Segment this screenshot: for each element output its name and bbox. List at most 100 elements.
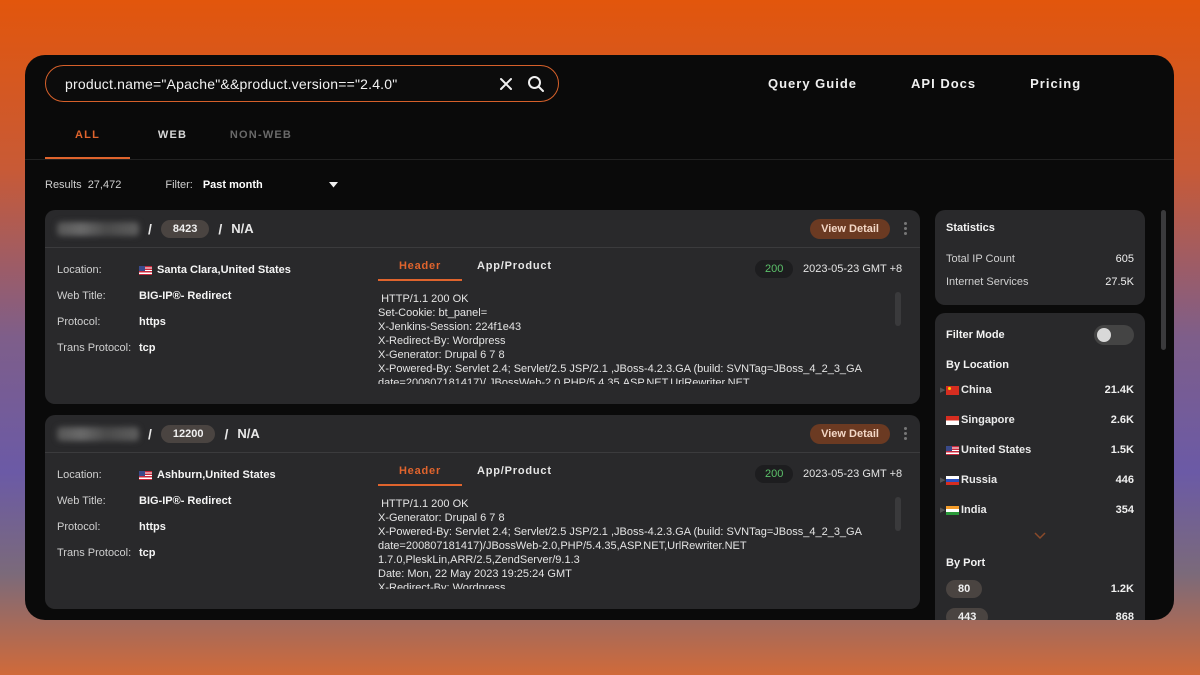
by-location-title: By Location xyxy=(946,359,1009,371)
caret-right-icon: ▶ xyxy=(940,507,946,514)
service-name: N/A xyxy=(237,426,260,441)
clear-icon[interactable] xyxy=(496,74,516,94)
web-title-label: Web Title: xyxy=(57,290,106,302)
ip-address-redacted[interactable] xyxy=(57,221,139,236)
app-window: product.name="Apache"&&product.version==… xyxy=(25,55,1174,620)
timestamp: 2023-05-23 GMT +8 xyxy=(803,263,903,275)
trans-protocol-value[interactable]: tcp xyxy=(139,342,156,354)
protocol-label: Protocol: xyxy=(57,521,101,533)
card-header: / 12200 / N/A View Detail xyxy=(45,415,920,453)
web-title-value[interactable]: BIG-IP®- Redirect xyxy=(139,290,231,302)
singapore-flag-icon xyxy=(946,415,959,425)
web-title-label: Web Title: xyxy=(57,495,106,507)
response-header-text: HTTP/1.1 200 OK X-Generator: Drupal 6 7 … xyxy=(378,498,862,589)
port-count: 1.2K xyxy=(1110,583,1134,595)
separator: / xyxy=(148,425,152,442)
port-chip: 443 xyxy=(946,608,989,620)
separator: / xyxy=(148,220,152,237)
protocol-value[interactable]: https xyxy=(139,316,166,328)
more-options-icon[interactable] xyxy=(904,222,908,235)
location-filter-item[interactable]: ▶ India 354 xyxy=(940,495,1134,525)
india-flag-icon xyxy=(946,505,959,515)
filter-mode-title: Filter Mode xyxy=(946,329,1005,341)
port-badge[interactable]: 12200 xyxy=(160,424,216,443)
expand-chevron-icon[interactable] xyxy=(946,531,1134,551)
card-body: Location: Ashburn,United States Web Titl… xyxy=(45,453,920,609)
location-count: 21.4K xyxy=(1104,384,1134,396)
view-detail-button[interactable]: View Detail xyxy=(810,423,890,444)
tab-header[interactable]: Header xyxy=(378,465,462,486)
caret-down-icon xyxy=(328,182,338,188)
us-flag-icon xyxy=(139,470,152,480)
card-header: / 8423 / N/A View Detail xyxy=(45,210,920,248)
location-name: Russia xyxy=(961,474,998,486)
response-header-text: HTTP/1.1 200 OK Set-Cookie: bt_panel= X-… xyxy=(378,293,862,384)
location-name: United States xyxy=(961,444,1032,456)
filter-value: Past month xyxy=(202,179,263,191)
tab-non-web[interactable]: NON-WEB xyxy=(215,117,307,159)
tab-app-product[interactable]: App/Product xyxy=(477,465,552,486)
caret-right-icon: ▶ xyxy=(940,387,946,394)
location-value[interactable]: Santa Clara,United States xyxy=(157,264,291,276)
tab-all[interactable]: ALL xyxy=(45,117,130,159)
location-label: Location: xyxy=(57,469,102,481)
response-tabs: Header App/Product xyxy=(378,260,552,281)
location-label: Location: xyxy=(57,264,102,276)
sidebar-scrollbar[interactable] xyxy=(1161,210,1166,350)
status-badge: 200 xyxy=(755,465,794,483)
china-flag-icon xyxy=(946,385,959,395)
us-flag-icon xyxy=(946,445,959,455)
tab-app-product[interactable]: App/Product xyxy=(477,260,552,281)
port-filter-item[interactable]: 80 1.2K xyxy=(946,575,1134,603)
response-scrollbar[interactable] xyxy=(895,292,901,326)
location-filter-item[interactable]: ▶ China 21.4K xyxy=(940,375,1134,405)
more-options-icon[interactable] xyxy=(904,427,908,440)
separator: / xyxy=(218,220,223,237)
result-card: / 8423 / N/A View Detail Location: Santa… xyxy=(45,210,920,404)
search-input[interactable]: product.name="Apache"&&product.version==… xyxy=(65,76,486,92)
location-name: China xyxy=(961,384,992,396)
us-flag-icon xyxy=(139,265,152,275)
location-name: Singapore xyxy=(961,414,1015,426)
trans-protocol-label: Trans Protocol: xyxy=(57,342,132,354)
results-bar: Results 27,472 Filter: Past month xyxy=(45,179,338,191)
top-nav: Query Guide API Docs Pricing xyxy=(768,76,1081,91)
russia-flag-icon xyxy=(946,475,959,485)
location-count: 354 xyxy=(1115,504,1134,516)
view-detail-button[interactable]: View Detail xyxy=(810,218,890,239)
search-bar[interactable]: product.name="Apache"&&product.version==… xyxy=(45,65,559,102)
location-filter-item[interactable]: ▶ Russia 446 xyxy=(940,465,1134,495)
location-count: 1.5K xyxy=(1110,444,1134,456)
protocol-label: Protocol: xyxy=(57,316,101,328)
nav-pricing[interactable]: Pricing xyxy=(1030,76,1081,91)
filter: Filter: Past month xyxy=(165,179,338,191)
filter-mode-toggle[interactable] xyxy=(1094,325,1134,345)
results-label: Results xyxy=(45,179,82,191)
port-badge[interactable]: 8423 xyxy=(160,219,210,238)
tab-divider xyxy=(25,159,1174,160)
ip-address-redacted[interactable] xyxy=(57,426,139,441)
search-icon[interactable] xyxy=(526,74,546,94)
total-ip-label: Total IP Count xyxy=(946,253,1015,265)
filter-label: Filter: xyxy=(165,179,193,191)
response-scrollbar[interactable] xyxy=(895,497,901,531)
nav-query-guide[interactable]: Query Guide xyxy=(768,76,857,91)
location-filter-item[interactable]: Singapore 2.6K xyxy=(946,405,1134,435)
port-chip: 80 xyxy=(946,580,983,598)
filter-mode-panel: Filter Mode By Location ▶ China 21.4K Sing… xyxy=(935,313,1145,620)
port-filter-item[interactable]: 443 868 xyxy=(946,603,1134,620)
location-filter-item[interactable]: United States 1.5K xyxy=(946,435,1134,465)
web-title-value[interactable]: BIG-IP®- Redirect xyxy=(139,495,231,507)
by-port-title: By Port xyxy=(946,557,986,569)
separator: / xyxy=(224,425,229,442)
protocol-value[interactable]: https xyxy=(139,521,166,533)
card-meta: Location: Santa Clara,United States Web … xyxy=(57,264,291,368)
location-name: India xyxy=(961,504,987,516)
location-value[interactable]: Ashburn,United States xyxy=(157,469,276,481)
trans-protocol-value[interactable]: tcp xyxy=(139,547,156,559)
card-meta: Location: Ashburn,United States Web Titl… xyxy=(57,469,276,573)
tab-web[interactable]: WEB xyxy=(130,117,215,159)
filter-select[interactable]: Past month xyxy=(203,179,338,191)
nav-api-docs[interactable]: API Docs xyxy=(911,76,976,91)
tab-header[interactable]: Header xyxy=(378,260,462,281)
